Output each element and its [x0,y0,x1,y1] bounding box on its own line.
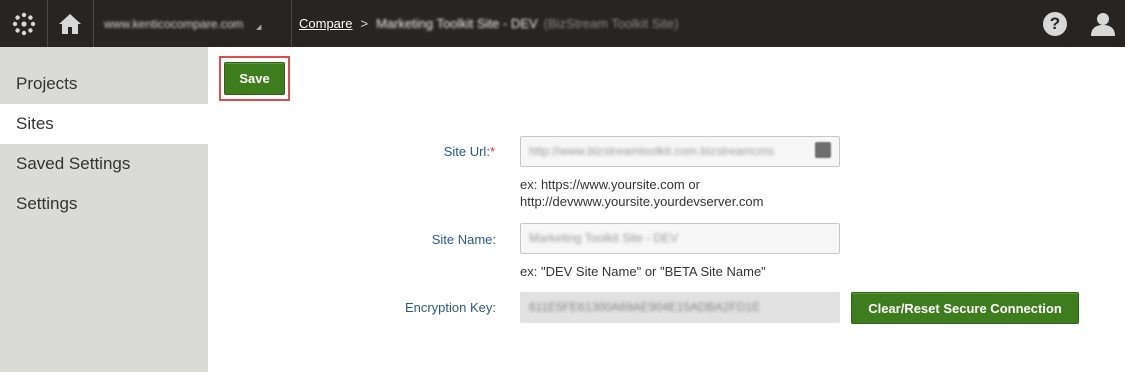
site-name-value: Marketing Toolkit Site - DEV [529,231,679,245]
site-url-label-text: Site Url: [443,144,490,159]
save-button[interactable]: Save [224,62,285,95]
divider [291,0,292,47]
chevron-down-icon: ◢ [256,24,262,31]
sidebar-item-settings[interactable]: Settings [0,184,208,224]
breadcrumb-subtitle: (BizStream Toolkit Site) [543,16,679,31]
help-icon[interactable]: ? [1043,12,1067,36]
site-selector-value: www.kenticocompare.com [104,16,244,31]
site-url-hint-line1: ex: https://www.yoursite.com or [520,177,700,192]
site-selector[interactable]: www.kenticocompare.com ◢ [104,0,261,47]
site-url-label: Site Url:* [295,144,495,159]
sidebar: Projects Sites Saved Settings Settings [0,47,208,372]
breadcrumb-link-compare[interactable]: Compare [299,16,352,31]
encryption-key-value: 611E5FE61300A69AE904E15ADBA2FD1E [529,300,761,314]
encryption-key-input: 611E5FE61300A69AE904E15ADBA2FD1E [520,292,840,323]
breadcrumb-separator: > [360,16,369,31]
home-icon[interactable] [47,0,93,47]
site-name-hint: ex: "DEV Site Name" or "BETA Site Name" [520,264,766,279]
breadcrumb: Compare > Marketing Toolkit Site - DEV (… [299,0,679,47]
encryption-key-label: Encryption Key: [404,300,496,315]
top-bar: www.kenticocompare.com ◢ Compare > Marke… [0,0,1125,47]
clear-reset-secure-connection-button[interactable]: Clear/Reset Secure Connection [851,292,1079,324]
breadcrumb-current: Marketing Toolkit Site - DEV [376,16,538,31]
divider [93,0,94,47]
required-mark: * [489,144,495,159]
sidebar-item-projects[interactable]: Projects [0,64,208,104]
user-icon[interactable] [1090,11,1116,37]
site-url-hint-line2: http://devwww.yoursite.yourdevserver.com [520,194,764,209]
site-url-hint: ex: https://www.yoursite.com or http://d… [520,176,764,210]
site-name-input[interactable]: Marketing Toolkit Site - DEV [520,223,840,254]
site-url-input[interactable]: http://www.bizstreamtoolkit.com.bizstrea… [520,136,840,167]
sidebar-item-sites[interactable]: Sites [0,104,208,144]
site-name-label: Site Name: [431,232,496,247]
sidebar-item-saved-settings[interactable]: Saved Settings [0,144,208,184]
site-url-value: http://www.bizstreamtoolkit.com.bizstrea… [529,144,775,158]
app-logo-icon[interactable] [0,0,47,47]
field-action-icon[interactable] [815,142,831,158]
